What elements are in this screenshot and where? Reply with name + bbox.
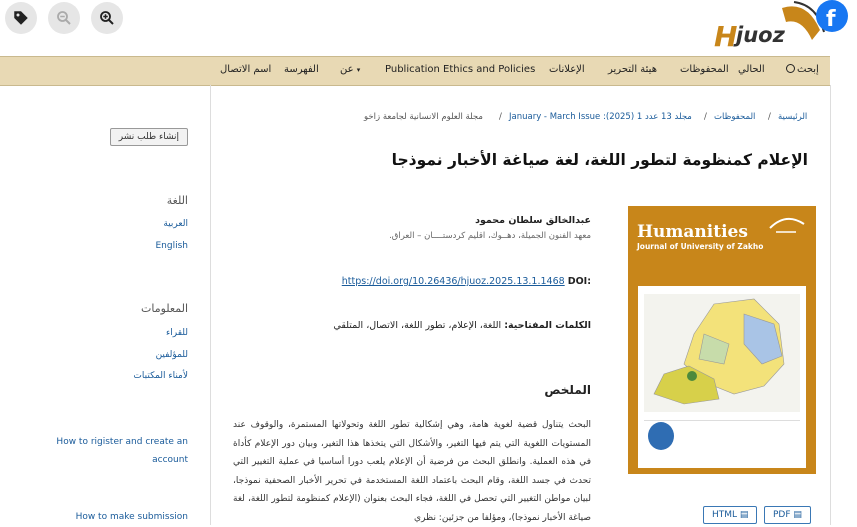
abstract-text: البحث يتناول قضية لغوية هامة، وهي إشكالي… bbox=[233, 420, 591, 523]
cover-title: Humanities bbox=[637, 222, 748, 242]
sidebar: إنشاء طلب نشر اللغة العربية English المع… bbox=[0, 85, 211, 525]
doi-row: https://doi.org/10.26436/hjuoz.2025.13.1… bbox=[342, 276, 591, 287]
register-help-link[interactable]: How to rigister and create an account bbox=[38, 433, 188, 469]
language-arabic-link[interactable]: العربية bbox=[163, 219, 188, 229]
doi-label: DOI: bbox=[567, 276, 591, 287]
breadcrumb-separator: / bbox=[768, 112, 771, 122]
doi-link[interactable]: https://doi.org/10.26436/hjuoz.2025.13.1… bbox=[342, 276, 565, 287]
svg-text:f: f bbox=[826, 7, 836, 32]
breadcrumb-archives[interactable]: المحفوظات bbox=[714, 112, 755, 122]
nav-editorial-board[interactable]: هيئة التحرير bbox=[608, 64, 657, 75]
keywords-label: الكلمات المفتاحية: bbox=[504, 320, 591, 331]
author-affiliation: معهد الفنون الجميلة، دهــوك، اقليم كردست… bbox=[389, 231, 591, 241]
nav-about[interactable]: عن ▾ bbox=[340, 64, 360, 75]
article-title: الإعلام كمنظومة لتطور اللغة، لغة صياغة ا… bbox=[391, 151, 808, 169]
university-logo bbox=[648, 422, 674, 450]
cover-subtitle: Journal of University of Zakho bbox=[637, 242, 764, 251]
info-authors-link[interactable]: للمؤلفين bbox=[156, 350, 188, 360]
submission-help-link[interactable]: How to make submission bbox=[76, 512, 188, 522]
breadcrumb-issue[interactable]: مجلد 13 عدد 1 (2025): January - March Is… bbox=[509, 112, 692, 122]
zoom-in-button[interactable] bbox=[91, 2, 123, 34]
nav-current[interactable]: الحالي bbox=[738, 64, 765, 75]
tag-button[interactable] bbox=[5, 2, 37, 34]
cover-inner-panel bbox=[638, 286, 806, 468]
nav-search[interactable]: إبحث bbox=[786, 64, 819, 75]
make-submission-button[interactable]: إنشاء طلب نشر bbox=[109, 128, 188, 146]
nav-archives[interactable]: المحفوظات bbox=[680, 64, 729, 75]
svg-text:juoz: juoz bbox=[733, 23, 786, 47]
nav-ethics[interactable]: Publication Ethics and Policies bbox=[385, 64, 535, 75]
keywords-value: اللغة، الإعلام، تطور اللغة، الاتصال، الم… bbox=[333, 320, 502, 331]
abstract-heading: الملخص bbox=[544, 383, 591, 397]
nav-contact[interactable]: اسم الاتصال bbox=[220, 64, 271, 75]
author-name: عبدالخالق سلطان محمود bbox=[475, 215, 591, 226]
search-icon bbox=[786, 64, 795, 73]
breadcrumb-current: مجلة العلوم الانسانية لجامعة زاخو bbox=[364, 112, 483, 122]
language-heading: اللغة bbox=[166, 194, 188, 207]
language-english-link[interactable]: English bbox=[156, 241, 189, 251]
pdf-button[interactable]: PDF ▤ bbox=[764, 506, 811, 524]
keywords-row: الكلمات المفتاحية: اللغة، الإعلام، تطور … bbox=[333, 320, 591, 331]
cover-logo-mark bbox=[766, 214, 808, 234]
zoom-in-icon bbox=[100, 11, 114, 25]
logo-text: H bbox=[714, 20, 737, 53]
html-button[interactable]: HTML ▤ bbox=[703, 506, 758, 524]
journal-logo[interactable]: H juoz f bbox=[712, 0, 857, 54]
main-navbar: إبحث الحالي المحفوظات هيئة التحرير الإعل… bbox=[0, 56, 830, 86]
tag-icon bbox=[14, 11, 28, 25]
breadcrumb-home[interactable]: الرئيسية bbox=[778, 112, 807, 122]
issue-cover-image[interactable]: Humanities Journal of University of Zakh… bbox=[628, 206, 816, 474]
nav-announcements[interactable]: الإعلانات bbox=[549, 64, 585, 75]
file-icon: ▤ bbox=[739, 510, 749, 520]
article-main: الرئيسية / المحفوظات / مجلد 13 عدد 1 (20… bbox=[211, 85, 831, 525]
info-readers-link[interactable]: للقراء bbox=[166, 328, 188, 338]
breadcrumb-separator: / bbox=[704, 112, 707, 122]
page-edge bbox=[830, 85, 831, 525]
chevron-down-icon: ▾ bbox=[356, 66, 361, 74]
nav-indexing[interactable]: الفهرسة bbox=[284, 64, 319, 75]
information-heading: المعلومات bbox=[141, 302, 188, 315]
file-icon: ▤ bbox=[793, 510, 802, 520]
zoom-out-button[interactable] bbox=[48, 2, 80, 34]
cover-map bbox=[644, 294, 800, 412]
zoom-out-icon bbox=[57, 11, 71, 25]
breadcrumb-separator: / bbox=[499, 112, 502, 122]
info-librarians-link[interactable]: لأمناء المكتبات bbox=[133, 371, 188, 381]
